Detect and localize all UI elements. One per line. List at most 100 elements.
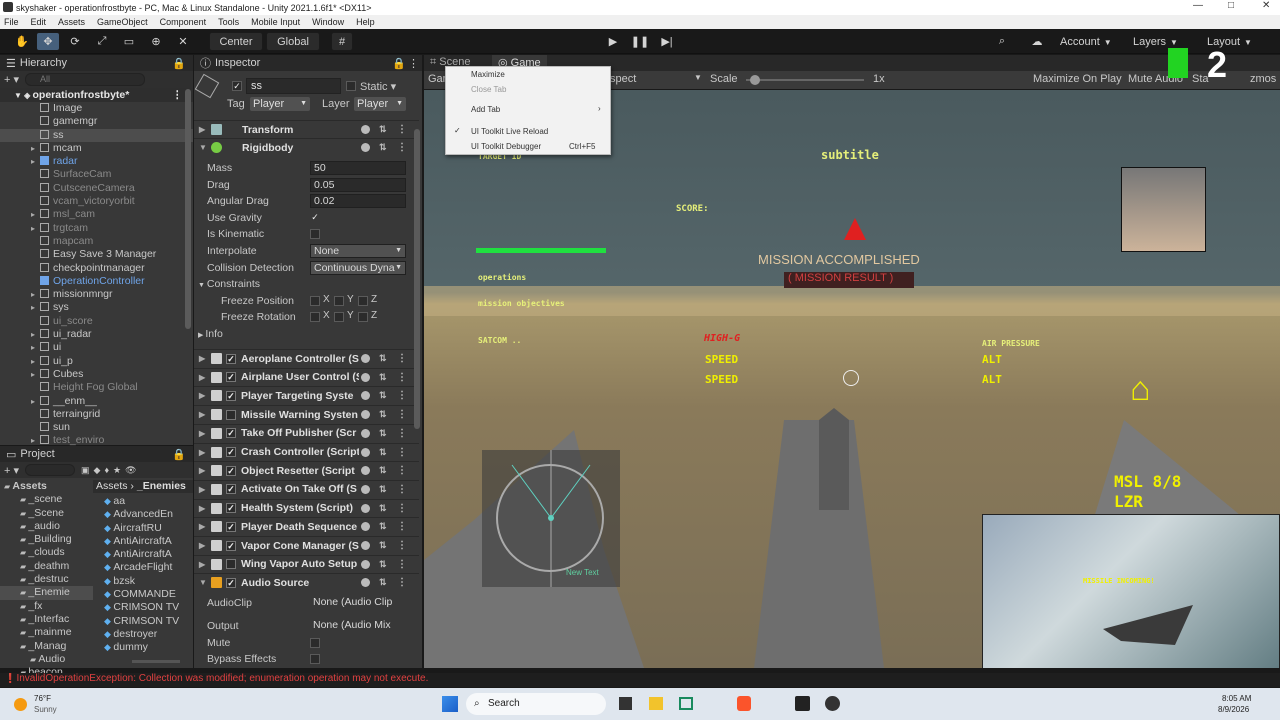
help-icon[interactable] xyxy=(361,578,370,587)
expand-arrow-icon[interactable]: ▸ xyxy=(31,341,35,354)
project-file[interactable]: ◆ CRIMSON TV xyxy=(104,615,188,628)
settings-icon[interactable]: ⇅ xyxy=(379,484,387,495)
scale-tool-icon[interactable]: ⤢ xyxy=(91,32,113,51)
menu-file[interactable]: File xyxy=(4,17,19,27)
menu-edit[interactable]: Edit xyxy=(31,17,47,27)
console-status[interactable]: ❗InvalidOperationException: Collection w… xyxy=(0,673,1280,687)
hierarchy-item[interactable]: ▸ ui_p xyxy=(31,355,193,368)
component-header[interactable]: ▶ ✓ Take Off Publisher (Scr ⇅ ⋮ xyxy=(194,423,419,442)
component-header[interactable]: ▶ ✓ Crash Controller (Script ⇅ ⋮ xyxy=(194,442,419,461)
project-folder[interactable]: ▰ _fx xyxy=(0,600,93,613)
move-tool-icon[interactable]: ✥ xyxy=(36,32,60,51)
project-file[interactable]: ◆ AdvancedEn xyxy=(104,508,188,521)
lock-icon[interactable]: 🔒 xyxy=(392,57,406,70)
component-enabled-checkbox[interactable]: ✓ xyxy=(226,390,236,401)
hierarchy-item[interactable]: Easy Save 3 Manager xyxy=(40,248,193,261)
custom-tool-icon[interactable]: ✕ xyxy=(172,32,194,51)
more-icon[interactable]: ⋮ xyxy=(397,372,407,383)
project-folder[interactable]: ▰ _Scene xyxy=(0,507,93,520)
settings-icon[interactable]: ⇅ xyxy=(379,124,387,135)
hierarchy-item[interactable]: ▸ __enm__ xyxy=(31,395,193,408)
hierarchy-item[interactable]: CutsceneCamera xyxy=(40,182,193,195)
help-icon[interactable] xyxy=(361,143,370,152)
hierarchy-item[interactable]: gamemgr xyxy=(40,115,193,128)
component-header[interactable]: ▶ Wing Vapor Auto Setup ⇅ ⋮ xyxy=(194,554,419,573)
collision-dropdown[interactable]: Continuous Dyna ▼ xyxy=(310,261,406,275)
project-search-input[interactable] xyxy=(25,464,76,476)
more-icon[interactable]: ⋮ xyxy=(397,465,407,476)
settings-icon[interactable]: ⇅ xyxy=(379,577,387,588)
bypass-checkbox[interactable] xyxy=(310,654,320,664)
menu-window[interactable]: Window xyxy=(312,17,344,27)
github-icon[interactable] xyxy=(825,696,840,711)
more-icon[interactable]: ⋮ xyxy=(397,521,407,532)
component-header[interactable]: ▶ ✓ Activate On Take Off (S ⇅ ⋮ xyxy=(194,479,419,498)
project-folder[interactable]: ▰ _deathm xyxy=(0,560,93,573)
lock-icon[interactable]: 🔒 xyxy=(172,448,186,461)
freeze-position-z-checkbox[interactable] xyxy=(358,296,368,306)
hierarchy-item[interactable]: ▸ trgtcam xyxy=(31,222,193,235)
more-icon[interactable]: ⋮ xyxy=(397,577,407,588)
hierarchy-search-input[interactable]: All xyxy=(25,73,146,86)
help-icon[interactable] xyxy=(361,559,370,569)
more-icon[interactable]: ⋮ xyxy=(397,142,407,153)
is-kinematic-checkbox[interactable] xyxy=(310,229,320,239)
component-enabled-checkbox[interactable]: ✓ xyxy=(226,503,236,514)
component-header[interactable]: ▶ ✓ Object Resetter (Script ⇅ ⋮ xyxy=(194,461,419,479)
help-icon[interactable] xyxy=(361,428,370,438)
inspector-tab[interactable]: ⓘ Inspector 🔒 ⋮ xyxy=(194,55,422,71)
project-file[interactable]: ◆ ArcadeFlight xyxy=(104,561,188,574)
expand-arrow-icon[interactable]: ▶ xyxy=(199,354,205,363)
help-icon[interactable] xyxy=(361,410,370,420)
more-icon[interactable]: ⋮ xyxy=(397,559,407,570)
hand-tool-icon[interactable]: ✋ xyxy=(12,32,32,51)
zoom-slider[interactable] xyxy=(132,660,180,663)
freeze-position-x-checkbox[interactable] xyxy=(310,296,320,306)
expand-arrow-icon[interactable]: ▶ xyxy=(199,448,205,457)
expand-arrow-icon[interactable]: ▸ xyxy=(31,155,35,168)
expand-arrow-icon[interactable]: ▶ xyxy=(199,485,205,494)
layer-dropdown[interactable]: Player ▼ xyxy=(354,97,406,111)
game-viewport[interactable]: TARGET ID subtitle SCORE: MISSION ACCOMP… xyxy=(424,90,1280,668)
tag-dropdown[interactable]: Player ▼ xyxy=(250,97,310,111)
minimize-icon[interactable]: — xyxy=(1193,0,1203,11)
hierarchy-item[interactable]: ▸ mcam xyxy=(31,142,193,155)
pause-icon[interactable]: ❚❚ xyxy=(628,32,652,51)
expand-arrow-icon[interactable]: ▸ xyxy=(31,142,35,155)
project-file[interactable]: ◆ CRIMSON TV xyxy=(104,601,188,614)
expand-arrow-icon[interactable]: ▸ xyxy=(31,301,35,314)
menu-gameobject[interactable]: GameObject xyxy=(97,17,148,27)
more-icon[interactable]: ⋮ xyxy=(397,390,407,401)
expand-arrow-icon[interactable]: ▸ xyxy=(31,328,35,341)
unity-taskbar-icon[interactable] xyxy=(795,696,810,711)
more-icon[interactable]: ⋮ xyxy=(397,353,407,364)
hierarchy-item[interactable]: Height Fog Global xyxy=(40,381,193,394)
static-dropdown[interactable]: Static ▾ xyxy=(360,80,396,93)
breadcrumb-current[interactable]: _Enemies xyxy=(137,480,186,492)
expand-arrow-icon[interactable]: ▸ xyxy=(31,288,35,301)
search-icon[interactable]: ⌕ xyxy=(991,32,1013,51)
expand-arrow-icon[interactable]: ▸ xyxy=(31,355,35,368)
expand-arrow-icon[interactable]: ▶ xyxy=(199,522,205,531)
rotate-tool-icon[interactable]: ⟳ xyxy=(64,32,86,51)
freeze-rotation-z-checkbox[interactable] xyxy=(358,312,368,322)
freeze-rotation-y-checkbox[interactable] xyxy=(334,312,344,322)
brave-icon[interactable] xyxy=(737,696,751,711)
menu-item-add-tab[interactable]: Add Tab xyxy=(471,105,500,114)
project-file[interactable]: ◆ bzsk xyxy=(104,575,188,588)
hierarchy-item[interactable]: OperationController xyxy=(40,275,193,288)
taskbar-search-box[interactable]: ⌕ Search xyxy=(466,693,606,715)
project-folder[interactable]: ▰ _Manag xyxy=(0,640,93,653)
settings-icon[interactable]: ⇅ xyxy=(379,540,387,551)
project-file[interactable]: ◆ AircraftRU xyxy=(104,522,188,535)
settings-icon[interactable]: ⇅ xyxy=(379,372,387,383)
audio-source-checkbox[interactable]: ✓ xyxy=(226,577,236,588)
hierarchy-item[interactable]: checkpointmanager xyxy=(40,262,193,275)
project-folder[interactable]: ▰ _destruc xyxy=(0,573,93,586)
more-icon[interactable]: ⋮ xyxy=(397,409,407,420)
project-folder[interactable]: ▰ _clouds xyxy=(0,546,93,559)
component-header[interactable]: ▶ ✓ Player Death Sequence ⇅ ⋮ xyxy=(194,517,419,535)
static-checkbox[interactable] xyxy=(346,81,356,91)
play-icon[interactable]: ▶ xyxy=(601,32,625,51)
mute-checkbox[interactable] xyxy=(310,638,320,648)
